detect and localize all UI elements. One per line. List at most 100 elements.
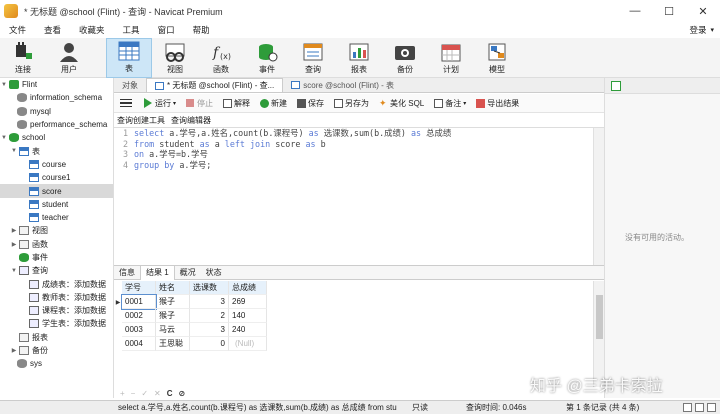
run-button[interactable]: 运行 ▾: [140, 98, 180, 109]
add-record-icon[interactable]: +: [120, 389, 125, 398]
column-header[interactable]: 姓名: [156, 281, 190, 295]
tree-tables-folder[interactable]: ▼ 表: [0, 144, 113, 157]
table-cell[interactable]: 0004: [122, 337, 156, 351]
tree-query-item[interactable]: 教师表：添加数据: [0, 291, 113, 304]
grid-view-icon[interactable]: [683, 403, 692, 412]
tab-query[interactable]: * 无标题 @school (Flint) - 查...: [146, 78, 284, 92]
note-button[interactable]: 备注 ▾: [430, 98, 470, 109]
tree-backup-folder[interactable]: ▶ 备份: [0, 344, 113, 357]
column-header[interactable]: 学号: [122, 281, 156, 295]
column-header[interactable]: 选课数: [190, 281, 229, 295]
text-view-icon[interactable]: [707, 403, 716, 412]
menu-icon[interactable]: [120, 98, 132, 108]
table-row[interactable]: 0004 王思聪 0 (Null): [114, 337, 604, 351]
table-row[interactable]: ▶ 0001 猴子 3 269: [114, 294, 604, 310]
tree-table-student[interactable]: student: [0, 198, 113, 211]
tree-reports-folder[interactable]: 报表: [0, 331, 113, 344]
tab-query-builder[interactable]: 查询创建工具: [114, 115, 168, 126]
tab-query-editor[interactable]: 查询编辑器: [168, 115, 214, 126]
ribbon-backup-button[interactable]: 备份: [382, 38, 428, 78]
tree-query-item[interactable]: 学生表：添加数据: [0, 317, 113, 330]
tree-table-course1[interactable]: course1: [0, 171, 113, 184]
tree-queries-folder[interactable]: ▼ 查询: [0, 264, 113, 277]
tree-table-score[interactable]: score: [0, 184, 113, 198]
refresh-icon[interactable]: C: [167, 389, 173, 398]
ribbon-table-button[interactable]: 表: [106, 38, 152, 78]
chevron-right-icon[interactable]: ▶: [10, 241, 18, 248]
chevron-right-icon[interactable]: ▶: [10, 227, 18, 234]
chevron-down-icon[interactable]: ▼: [10, 148, 18, 154]
minimize-button[interactable]: —: [618, 0, 652, 22]
tree-db-mysql[interactable]: mysql: [0, 105, 113, 118]
tree-db-information-schema[interactable]: information_schema: [0, 91, 113, 104]
sql-editor[interactable]: 1 select a.学号,a.姓名,count(b.课程号) as 选课数,su…: [114, 127, 604, 265]
table-cell[interactable]: 王思聪: [156, 337, 190, 351]
code-line[interactable]: 1 select a.学号,a.姓名,count(b.课程号) as 选课数,su…: [114, 128, 604, 139]
table-cell[interactable]: 140: [229, 309, 267, 323]
tree-db-school[interactable]: ▼ school: [0, 131, 113, 144]
table-row[interactable]: 0002 猴子 2 140: [114, 309, 604, 323]
save-as-button[interactable]: 另存为: [330, 98, 373, 109]
menu-favorites[interactable]: 收藏夹: [70, 24, 114, 36]
menu-file[interactable]: 文件: [0, 24, 35, 36]
save-button[interactable]: 保存: [293, 98, 328, 109]
login-button[interactable]: 登录 ▾: [689, 24, 714, 36]
table-cell[interactable]: 0: [190, 337, 229, 351]
table-cell-null[interactable]: (Null): [229, 337, 267, 351]
tab-profile[interactable]: 概况: [175, 266, 201, 280]
tree-views-folder[interactable]: ▶ 视图: [0, 224, 113, 237]
tree-table-teacher[interactable]: teacher: [0, 211, 113, 224]
tree-db-sys[interactable]: sys: [0, 357, 113, 370]
table-cell[interactable]: 2: [190, 309, 229, 323]
chevron-down-icon[interactable]: ▼: [0, 82, 8, 88]
tab-objects[interactable]: 对象: [114, 78, 146, 92]
ribbon-report-button[interactable]: 报表: [336, 38, 382, 78]
editor-scrollbar[interactable]: [593, 128, 604, 265]
discard-icon[interactable]: ✕: [154, 389, 161, 398]
column-header[interactable]: 总成绩: [229, 281, 267, 295]
ribbon-connection-button[interactable]: 连接: [0, 38, 46, 78]
menu-help[interactable]: 帮助: [184, 24, 219, 36]
scrollbar-thumb[interactable]: [596, 295, 603, 339]
ribbon-query-button[interactable]: 查询: [290, 38, 336, 78]
menu-window[interactable]: 窗口: [149, 24, 184, 36]
table-cell[interactable]: 马云: [156, 323, 190, 337]
explain-button[interactable]: 解释: [219, 98, 254, 109]
table-cell[interactable]: 240: [229, 323, 267, 337]
table-cell[interactable]: 猴子: [156, 309, 190, 323]
ribbon-user-button[interactable]: 用户: [46, 38, 92, 78]
tab-result-1[interactable]: 结果 1: [140, 265, 175, 280]
table-cell[interactable]: 0001: [121, 294, 157, 310]
form-view-icon[interactable]: [695, 403, 704, 412]
table-cell[interactable]: 猴子: [156, 295, 190, 309]
tab-table-score[interactable]: score @school (Flint) - 表: [283, 78, 402, 92]
chevron-down-icon[interactable]: ▼: [10, 268, 18, 274]
menu-view[interactable]: 查看: [35, 24, 70, 36]
tree-query-item[interactable]: 课程表：添加数据: [0, 304, 113, 317]
maximize-button[interactable]: ☐: [652, 0, 686, 22]
activity-icon[interactable]: [611, 81, 621, 91]
tree-functions-folder[interactable]: ▶ 函数: [0, 238, 113, 251]
menu-tools[interactable]: 工具: [114, 24, 149, 36]
table-row[interactable]: 0003 马云 3 240: [114, 323, 604, 337]
new-button[interactable]: 新建: [256, 98, 291, 109]
table-cell[interactable]: 3: [190, 295, 229, 309]
export-results-button[interactable]: 导出结果: [472, 98, 523, 109]
chevron-right-icon[interactable]: ▶: [10, 347, 18, 354]
beautify-sql-button[interactable]: ✦ 美化 SQL: [375, 98, 428, 109]
ribbon-function-button[interactable]: f (x) 函数: [198, 38, 244, 78]
ribbon-schedule-button[interactable]: 计划: [428, 38, 474, 78]
tree-query-item[interactable]: 成绩表：添加数据: [0, 277, 113, 290]
ribbon-model-button[interactable]: 模型: [474, 38, 520, 78]
tab-info[interactable]: 信息: [114, 266, 140, 280]
tab-status[interactable]: 状态: [201, 266, 227, 280]
tree-connection-flint[interactable]: ▼ Flint: [0, 78, 113, 91]
chevron-down-icon[interactable]: ▼: [0, 135, 8, 141]
table-cell[interactable]: 0002: [122, 309, 156, 323]
ribbon-event-button[interactable]: 事件: [244, 38, 290, 78]
code-line[interactable]: 4 group by a.学号;: [114, 160, 604, 171]
table-cell[interactable]: 0003: [122, 323, 156, 337]
stop-button[interactable]: 停止: [182, 98, 217, 109]
delete-record-icon[interactable]: −: [131, 389, 136, 398]
close-button[interactable]: ✕: [686, 0, 720, 22]
